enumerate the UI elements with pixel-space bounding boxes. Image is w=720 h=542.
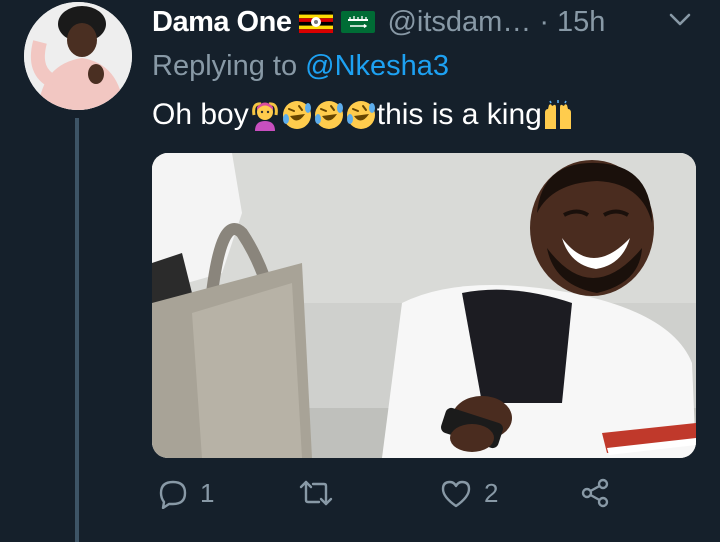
replying-to-line: Replying to @Nkesha3 — [152, 50, 449, 83]
avatar[interactable] — [24, 2, 132, 110]
retweet-icon — [299, 480, 333, 506]
timestamp[interactable]: 15h — [557, 6, 605, 39]
like-count: 2 — [484, 478, 499, 508]
tweet-media-image[interactable] — [152, 153, 696, 458]
tweet-header: Dama One @itsdam… · 15h — [152, 2, 712, 42]
replying-prefix: Replying to — [152, 50, 298, 82]
share-icon — [581, 478, 609, 508]
rofl-emoji-icon — [314, 101, 343, 129]
thread-line — [75, 118, 79, 542]
tweet-actions: 1 2 — [152, 478, 672, 518]
avatar-photo — [24, 2, 132, 110]
woman-gesturing-ok-emoji-icon — [251, 102, 278, 131]
reply-button[interactable]: 1 — [158, 478, 214, 509]
uganda-flag-icon — [299, 11, 334, 33]
separator-dot: · — [539, 5, 549, 38]
raising-hands-emoji-icon — [544, 100, 571, 129]
reply-icon — [159, 480, 187, 509]
heart-icon — [441, 480, 471, 507]
photo-laughing-man — [152, 153, 696, 458]
tweet-text: Oh boy this is a king — [152, 98, 574, 132]
author-handle[interactable]: @itsdam… — [387, 6, 531, 39]
share-button[interactable] — [580, 478, 610, 508]
reply-count: 1 — [200, 478, 215, 508]
rofl-emoji-icon — [282, 101, 311, 129]
chevron-down-icon[interactable] — [666, 6, 694, 34]
tweet-text-end: this is a king — [376, 98, 542, 131]
like-button[interactable]: 2 — [440, 478, 498, 509]
retweet-button[interactable] — [299, 478, 333, 508]
rofl-emoji-icon — [346, 101, 375, 129]
tweet-text-start: Oh boy — [152, 98, 249, 131]
saudi-arabia-flag-icon — [341, 11, 376, 33]
author-name[interactable]: Dama One — [152, 6, 292, 39]
mention-link[interactable]: @Nkesha3 — [305, 50, 449, 82]
